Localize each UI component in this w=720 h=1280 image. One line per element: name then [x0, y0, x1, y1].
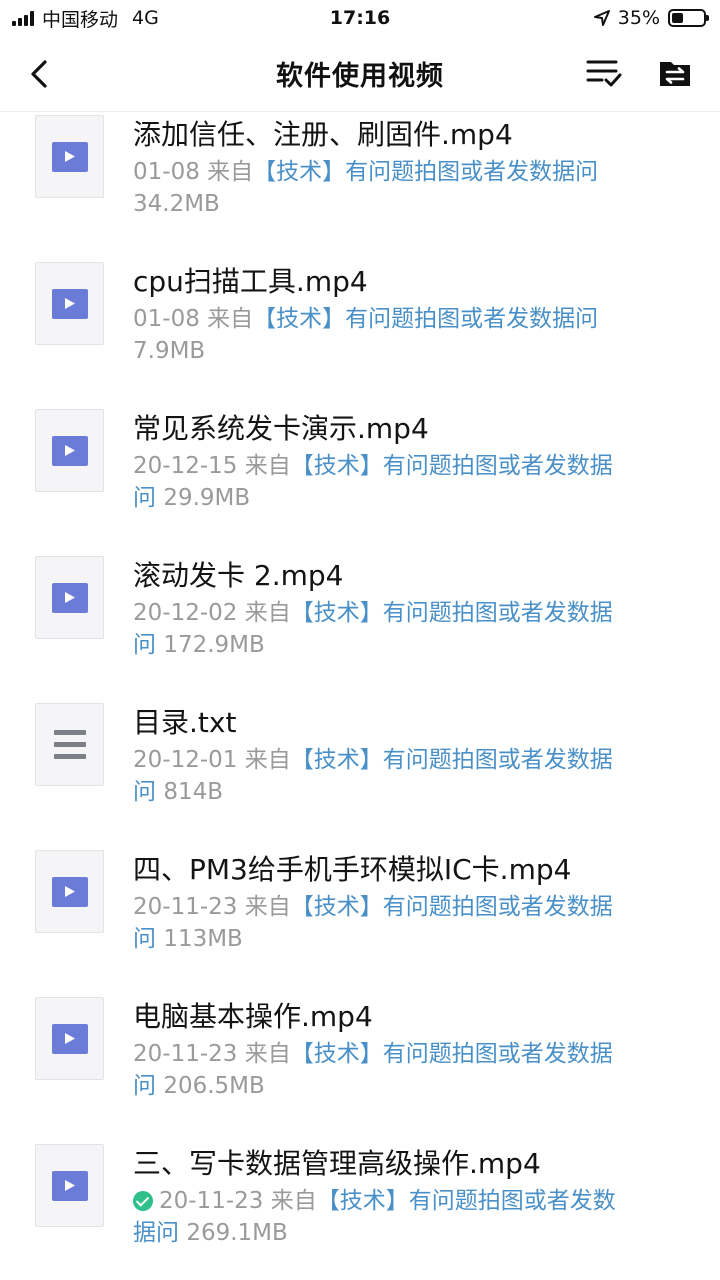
file-size: 29.9MB	[163, 485, 251, 511]
battery-percent: 35%	[617, 7, 660, 29]
file-name: 目录.txt	[133, 706, 237, 739]
battery-fill	[672, 13, 683, 23]
file-thumbnail	[35, 262, 104, 345]
file-from: 来自	[244, 453, 291, 479]
status-right: 35%	[593, 7, 709, 29]
file-from: 来自	[244, 1041, 291, 1067]
file-from: 来自	[244, 747, 291, 773]
file-row[interactable]: 添加信任、注册、刷固件.mp4 01-08 来自【技术】有问题拍图或者发数据问 …	[0, 112, 720, 246]
file-thumbnail	[35, 997, 104, 1080]
file-name: 滚动发卡 2.mp4	[133, 559, 344, 592]
back-icon[interactable]	[22, 56, 58, 92]
file-meta: 20-12-02 来自【技术】有问题拍图或者发数据问 172.9MB	[133, 597, 623, 661]
file-row[interactable]: 滚动发卡 2.mp4 20-12-02 来自【技术】有问题拍图或者发数据问 17…	[0, 540, 720, 687]
file-meta: 20-12-01 来自【技术】有问题拍图或者发数据问 814B	[133, 744, 623, 808]
video-play-icon	[51, 1023, 88, 1054]
file-source: 【技术】有问题拍图或者发数据问	[253, 306, 599, 332]
file-date: 20-11-23	[133, 894, 238, 920]
file-name: 常见系统发卡演示.mp4	[133, 412, 429, 445]
file-size: 206.5MB	[163, 1073, 265, 1099]
battery-icon	[668, 9, 709, 27]
file-name: 添加信任、注册、刷固件.mp4	[133, 118, 513, 151]
file-thumbnail	[35, 703, 104, 786]
file-meta: 20-12-15 来自【技术】有问题拍图或者发数据问 29.9MB	[133, 450, 623, 514]
file-name: 三、写卡数据管理高级操作.mp4	[133, 1147, 541, 1180]
video-play-icon	[51, 141, 88, 172]
file-size: 269.1MB	[186, 1220, 288, 1246]
page-title: 软件使用视频	[276, 61, 444, 92]
file-from: 来自	[244, 894, 291, 920]
file-size: 113MB	[163, 926, 243, 952]
file-date: 20-11-23	[133, 1041, 238, 1067]
file-row[interactable]: 电脑基本操作.mp4 20-11-23 来自【技术】有问题拍图或者发数据问 20…	[0, 981, 720, 1128]
file-date: 20-11-23	[159, 1188, 264, 1214]
file-source: 【技术】有问题拍图或者发数据问	[253, 159, 599, 185]
file-thumbnail	[35, 556, 104, 639]
network-label: 4G	[132, 7, 159, 29]
nav-bar: 软件使用视频	[0, 36, 720, 112]
file-date: 01-08	[133, 159, 200, 185]
sort-check-icon[interactable]	[584, 56, 624, 92]
file-date: 20-12-15	[133, 453, 238, 479]
file-row[interactable]: 四、PM3给手机手环模拟IC卡.mp4 20-11-23 来自【技术】有问题拍图…	[0, 834, 720, 981]
file-size: 814B	[163, 779, 223, 805]
folder-transfer-icon[interactable]	[656, 56, 696, 92]
file-name: cpu扫描工具.mp4	[133, 265, 368, 298]
file-thumbnail	[35, 409, 104, 492]
status-bar: 中国移动 4G 17:16 35%	[0, 0, 720, 36]
file-date: 20-12-02	[133, 600, 238, 626]
file-row[interactable]: 目录.txt 20-12-01 来自【技术】有问题拍图或者发数据问 814B	[0, 687, 720, 834]
file-from: 来自	[244, 600, 291, 626]
file-row[interactable]: 三、写卡数据管理高级操作.mp4 20-11-23 来自【技术】有问题拍图或者发…	[0, 1128, 720, 1275]
video-play-icon	[51, 876, 88, 907]
file-size: 172.9MB	[163, 632, 265, 658]
downloaded-check-icon	[133, 1191, 153, 1211]
file-meta: 01-08 来自【技术】有问题拍图或者发数据问 34.2MB	[133, 156, 623, 220]
file-meta: 20-11-23 来自【技术】有问题拍图或者发数据问 269.1MB	[133, 1185, 623, 1249]
file-meta: 20-11-23 来自【技术】有问题拍图或者发数据问 113MB	[133, 891, 623, 955]
status-left: 中国移动 4G	[12, 5, 159, 32]
signal-icon	[12, 10, 34, 26]
text-file-icon	[53, 730, 86, 759]
video-play-icon	[51, 582, 88, 613]
file-row[interactable]: 常见系统发卡演示.mp4 20-12-15 来自【技术】有问题拍图或者发数据问 …	[0, 393, 720, 540]
location-arrow-icon	[593, 10, 610, 26]
file-name: 电脑基本操作.mp4	[133, 1000, 373, 1033]
video-play-icon	[51, 288, 88, 319]
file-from: 来自	[207, 159, 254, 185]
file-meta: 20-11-23 来自【技术】有问题拍图或者发数据问 206.5MB	[133, 1038, 623, 1102]
video-play-icon	[51, 1170, 88, 1201]
file-from: 来自	[207, 306, 254, 332]
file-from: 来自	[270, 1188, 317, 1214]
file-thumbnail	[35, 850, 104, 933]
file-row[interactable]: cpu扫描工具.mp4 01-08 来自【技术】有问题拍图或者发数据问 7.9M…	[0, 246, 720, 393]
file-thumbnail	[35, 1144, 104, 1227]
file-date: 01-08	[133, 306, 200, 332]
file-name: 四、PM3给手机手环模拟IC卡.mp4	[133, 853, 572, 886]
carrier-label: 中国移动	[42, 8, 119, 31]
file-thumbnail	[35, 115, 104, 198]
file-date: 20-12-01	[133, 747, 238, 773]
file-size: 34.2MB	[133, 191, 220, 217]
video-play-icon	[51, 435, 88, 466]
file-list: 添加信任、注册、刷固件.mp4 01-08 来自【技术】有问题拍图或者发数据问 …	[0, 112, 720, 1280]
file-meta: 01-08 来自【技术】有问题拍图或者发数据问 7.9MB	[133, 303, 623, 367]
file-size: 7.9MB	[133, 338, 206, 364]
